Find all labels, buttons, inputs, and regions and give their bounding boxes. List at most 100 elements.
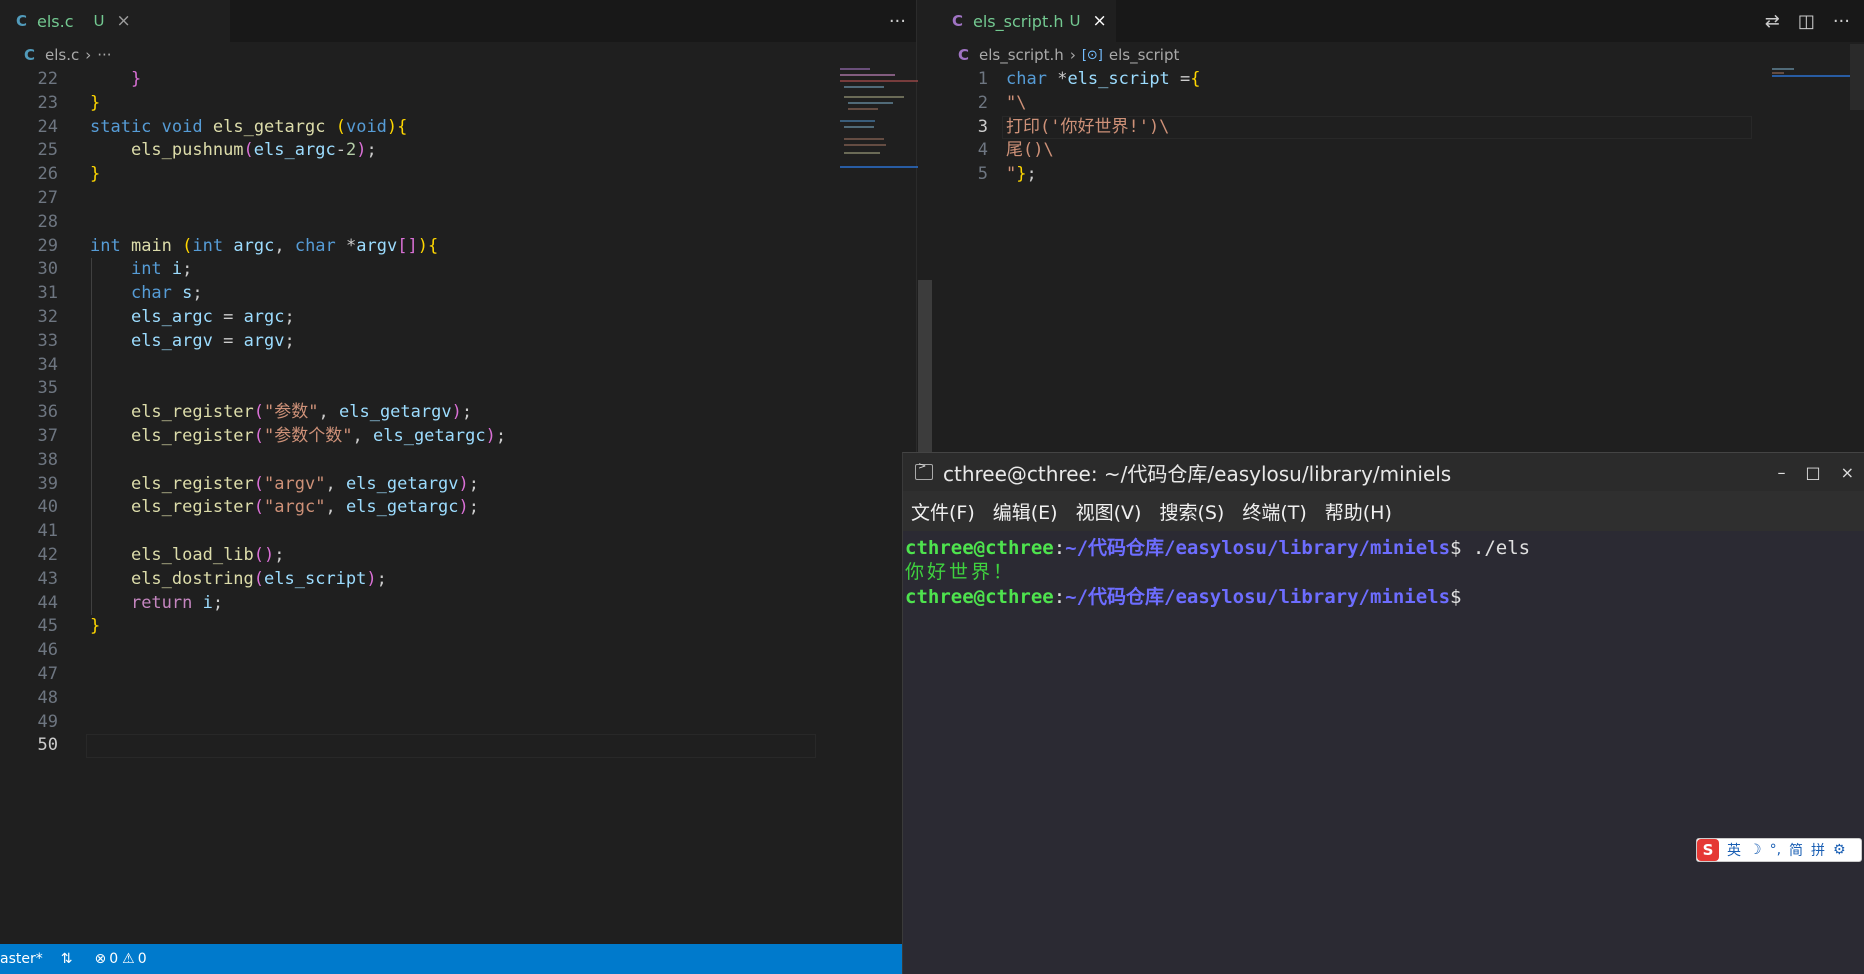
code-line[interactable]: 22 }: [0, 68, 830, 91]
terminal-output[interactable]: cthree@cthree:~/代码仓库/easylosu/library/mi…: [903, 531, 1864, 974]
code-line[interactable]: 44 return i;: [0, 592, 830, 615]
code-line[interactable]: 40 els_register("argc", els_getargc);: [0, 496, 830, 519]
code-line[interactable]: 26}: [0, 163, 830, 186]
problems-indicator[interactable]: ⊗ 0 ⚠ 0: [94, 951, 146, 967]
code-line[interactable]: 45}: [0, 615, 830, 638]
ime-simplified[interactable]: 简: [1789, 840, 1803, 860]
tab-els-c[interactable]: C els.c U ×: [0, 0, 230, 42]
code-line[interactable]: 50: [0, 734, 830, 759]
ime-toolbar[interactable]: S 英 ☽ °, 简 拼 ⚙: [1696, 838, 1862, 862]
sogou-logo-icon[interactable]: S: [1697, 839, 1719, 861]
line-number: 41: [37, 521, 58, 542]
code-line[interactable]: 38: [0, 449, 830, 472]
minimap[interactable]: [1770, 68, 1850, 80]
menu-search[interactable]: 搜索(S): [1159, 498, 1224, 525]
code-line[interactable]: 39 els_register("argv", els_getargv);: [0, 473, 830, 496]
code-line[interactable]: 28: [0, 211, 830, 234]
menu-edit[interactable]: 编辑(E): [993, 498, 1058, 525]
line-number: 34: [37, 354, 58, 375]
code-line[interactable]: 25 els_pushnum(els_argc-2);: [0, 139, 830, 162]
line-number: 44: [37, 592, 58, 613]
code-line[interactable]: 24 static void els_getargc (void){: [0, 116, 830, 139]
code-line[interactable]: 29 int main (int argc, char *argv[]){: [0, 235, 830, 258]
ime-pinyin[interactable]: 拼: [1811, 840, 1825, 860]
minimap[interactable]: [838, 68, 918, 168]
current-line-highlight: [86, 734, 816, 759]
code-line[interactable]: 30 int i;: [0, 258, 830, 281]
menu-help[interactable]: 帮助(H): [1325, 498, 1392, 525]
branch-indicator[interactable]: aster*: [0, 951, 43, 967]
line-number: 33: [37, 330, 58, 351]
code-line[interactable]: 3 打印('你好世界!')\: [936, 115, 1766, 140]
compare-changes-icon[interactable]: ⇄: [1765, 11, 1780, 32]
code-line[interactable]: 48: [0, 687, 830, 710]
breadcrumb-file[interactable]: els.c: [45, 46, 79, 64]
breadcrumb-more[interactable]: ···: [97, 46, 111, 64]
line-number: 32: [37, 307, 58, 327]
code-line[interactable]: 32 els_argc = argc;: [0, 306, 830, 329]
breadcrumb: C els.c › ···: [0, 42, 916, 68]
menu-file[interactable]: 文件(F): [911, 498, 975, 525]
code-line[interactable]: 31 char s;: [0, 282, 830, 305]
code-area[interactable]: 22 } 23} 24 static void els_getargc (void){…: [0, 68, 830, 944]
maximize-icon[interactable]: □: [1805, 463, 1820, 482]
line-number: 25: [37, 140, 58, 161]
terminal-titlebar[interactable]: cthree@cthree: ~/代码仓库/easylosu/library/m…: [903, 453, 1864, 491]
code-text: }: [90, 164, 101, 185]
warning-icon: ⚠: [122, 951, 135, 967]
code-text: els_register("argc", els_getargc);: [130, 497, 480, 518]
code-line[interactable]: 34: [0, 354, 830, 377]
code-line[interactable]: 35: [0, 377, 830, 400]
code-line[interactable]: 27: [0, 187, 830, 210]
more-actions-icon[interactable]: ···: [889, 11, 906, 32]
line-number: 22: [37, 69, 58, 89]
code-line[interactable]: 23}: [0, 92, 830, 115]
split-editor-icon[interactable]: ◫: [1798, 11, 1815, 32]
ime-language[interactable]: 英: [1727, 840, 1741, 860]
breadcrumb-file[interactable]: els_script.h: [979, 46, 1064, 64]
minimize-icon[interactable]: –: [1777, 463, 1785, 482]
line-number: 35: [37, 378, 58, 399]
line-number: 2: [977, 92, 988, 113]
code-line[interactable]: 37 els_register("参数个数", els_getargc);: [0, 425, 830, 448]
punctuation-icon[interactable]: °,: [1770, 842, 1781, 858]
code-area[interactable]: 1 char *els_script ={2 "\ 3 打印('你好世界!')\ 4 尾()…: [936, 68, 1766, 468]
line-number: 31: [37, 283, 58, 304]
code-line[interactable]: 36 els_register("参数", els_getargv);: [0, 401, 830, 424]
code-line[interactable]: 46: [0, 639, 830, 662]
code-line[interactable]: 47: [0, 663, 830, 686]
line-number: 30: [37, 259, 58, 280]
breadcrumb-symbol[interactable]: els_script: [1109, 46, 1180, 64]
close-icon[interactable]: ×: [117, 11, 131, 31]
code-text: }: [90, 92, 101, 113]
more-actions-icon[interactable]: ···: [1833, 11, 1850, 32]
line-number: 46: [37, 640, 58, 661]
vertical-scrollbar[interactable]: [918, 280, 932, 452]
code-line[interactable]: 49: [0, 711, 830, 734]
sync-icon[interactable]: ⇅: [61, 951, 73, 967]
code-line[interactable]: 43 els_dostring(els_script);: [0, 568, 830, 591]
menu-terminal[interactable]: 终端(T): [1242, 498, 1306, 525]
code-line[interactable]: 1 char *els_script ={: [936, 68, 1766, 91]
close-icon[interactable]: ×: [1841, 463, 1854, 482]
code-line[interactable]: 5 "};: [936, 163, 1766, 186]
code-line[interactable]: 4 尾()\: [936, 139, 1766, 162]
code-text: els_pushnum(els_argc-2);: [130, 140, 377, 161]
error-count: 0: [109, 951, 119, 967]
close-icon[interactable]: ×: [1092, 11, 1106, 31]
terminal-line: 你好世界！: [905, 561, 1016, 583]
line-number: 1: [977, 69, 988, 89]
code-text: int main (int argc, char *argv[]){: [90, 235, 439, 256]
line-number: 50: [37, 735, 58, 756]
code-line[interactable]: 2 "\: [936, 92, 1766, 115]
tab-els-script-h[interactable]: C els_script.h U ×: [936, 0, 1116, 42]
code-line[interactable]: 33 els_argv = argv;: [0, 330, 830, 353]
code-line[interactable]: 41: [0, 520, 830, 543]
line-number: 23: [37, 92, 58, 113]
code-line[interactable]: 42 els_load_lib();: [0, 544, 830, 567]
moon-icon[interactable]: ☽: [1749, 842, 1762, 858]
gear-icon[interactable]: ⚙: [1833, 842, 1846, 858]
vertical-scrollbar[interactable]: [1850, 44, 1864, 110]
tab-title: els.c: [37, 11, 74, 31]
menu-view[interactable]: 视图(V): [1076, 498, 1142, 525]
